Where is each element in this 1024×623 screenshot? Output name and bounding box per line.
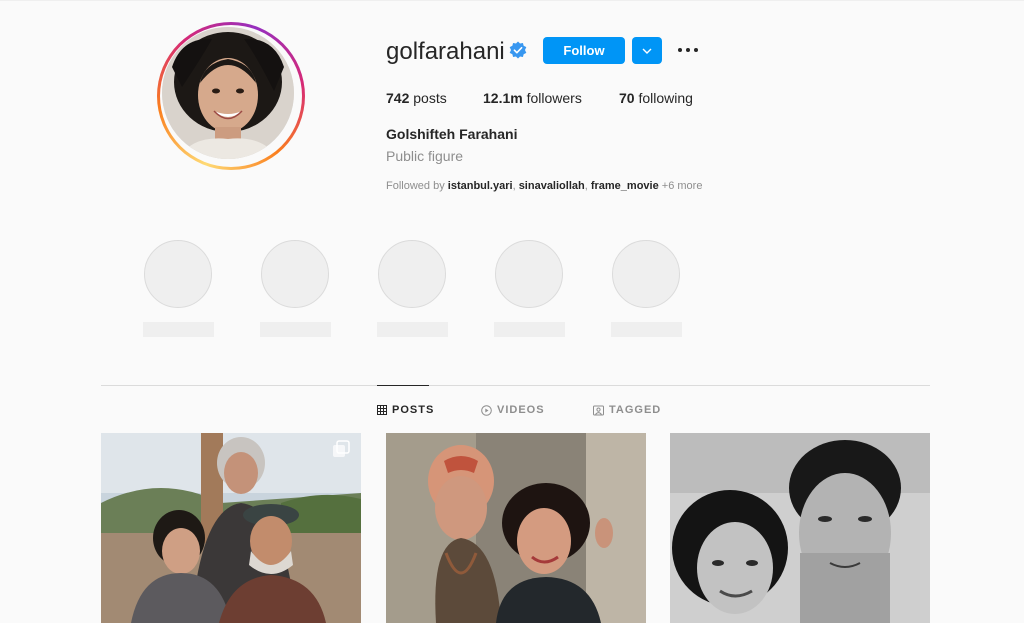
highlight-label-placeholder <box>143 322 214 337</box>
full-name: Golshifteh Farahani <box>386 126 518 142</box>
tabs-divider <box>101 385 930 386</box>
follower-username: sinavaliollah <box>518 180 585 192</box>
post-thumbnail[interactable] <box>386 433 646 623</box>
highlight-label-placeholder <box>260 322 331 337</box>
highlight-label-placeholder <box>377 322 448 337</box>
verified-badge-icon <box>509 41 527 59</box>
more-options-button[interactable] <box>676 40 700 60</box>
highlight-placeholder <box>495 240 563 308</box>
follower-username: istanbul.yari <box>447 180 513 192</box>
followers-link[interactable]: 12.1m followers <box>483 90 582 106</box>
grid-icon <box>377 405 387 415</box>
post-thumbnail[interactable] <box>670 433 930 623</box>
tab-tagged[interactable]: TAGGED <box>593 403 661 417</box>
tab-videos[interactable]: VIDEOS <box>481 403 545 417</box>
play-circle-icon <box>481 404 492 416</box>
followed-by-link[interactable]: Followed by istanbul.yari, sinavaliollah… <box>386 180 702 192</box>
posts-count: 742 posts <box>386 90 447 106</box>
highlight-label-placeholder <box>611 322 682 337</box>
profile-avatar[interactable] <box>157 22 305 170</box>
suggested-dropdown-button[interactable] <box>632 37 662 64</box>
highlight-label-placeholder <box>494 322 565 337</box>
dot-icon <box>694 48 698 52</box>
follow-button[interactable]: Follow <box>543 37 625 64</box>
highlight-placeholder <box>144 240 212 308</box>
highlight-placeholder <box>378 240 446 308</box>
following-link[interactable]: 70 following <box>619 90 693 106</box>
dot-icon <box>678 48 682 52</box>
active-tab-indicator <box>377 385 429 386</box>
avatar-photo <box>162 27 294 159</box>
highlight-placeholder <box>261 240 329 308</box>
category-label: Public figure <box>386 148 464 164</box>
highlight-placeholder <box>612 240 680 308</box>
tag-person-icon <box>593 405 604 415</box>
chevron-down-icon <box>642 48 652 54</box>
top-border <box>0 0 1024 1</box>
post-thumbnail[interactable] <box>101 433 361 623</box>
follower-username: frame_movie <box>590 180 659 192</box>
username: golfarahani <box>386 38 505 65</box>
tab-posts[interactable]: POSTS <box>377 403 434 417</box>
dot-icon <box>686 48 690 52</box>
